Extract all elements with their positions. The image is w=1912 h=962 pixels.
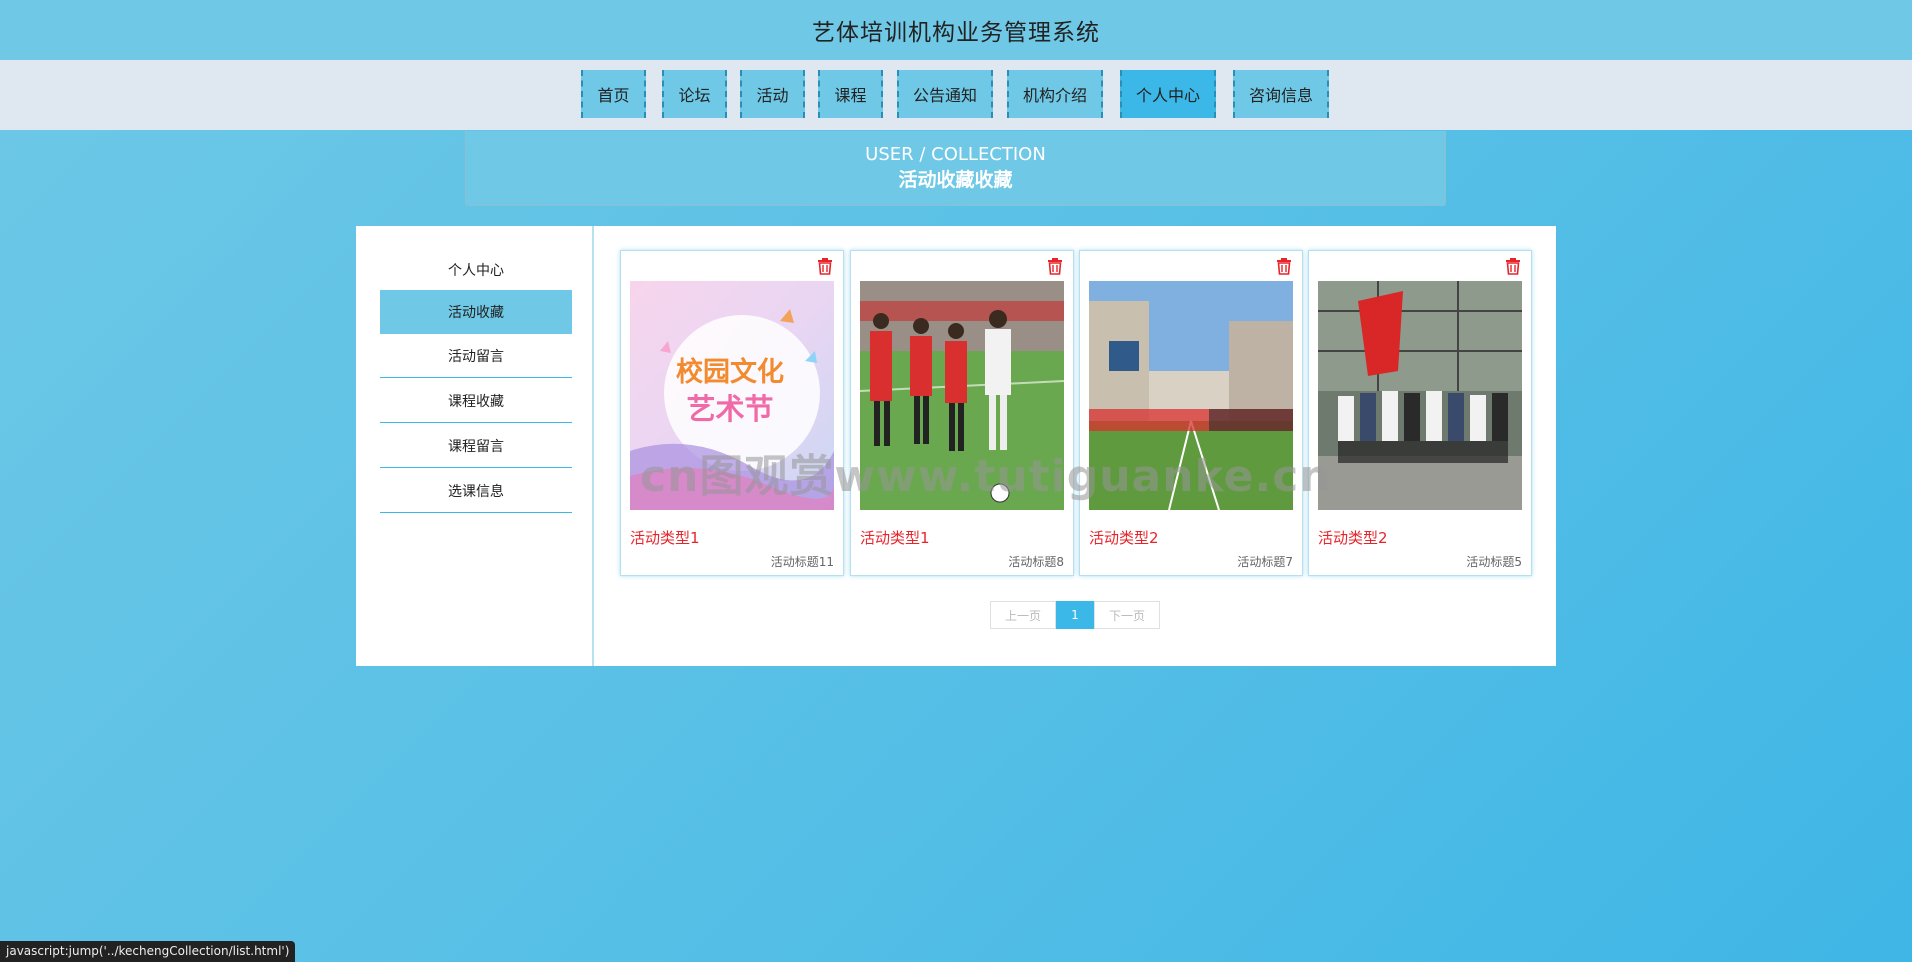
pagination: 上一页 1 下一页 [990,601,1160,629]
trash-icon[interactable] [816,257,834,275]
trash-icon[interactable] [1275,257,1293,275]
card-image[interactable] [860,281,1064,510]
sidebar-item-course-selection[interactable]: 选课信息 [380,469,572,513]
prev-page-button[interactable]: 上一页 [990,601,1056,629]
card-activity-type: 活动类型1 [860,529,930,547]
browser-status-bar: javascript:jump('../kechengCollection/li… [0,941,296,962]
main-panel: 个人中心 活动收藏 活动留言 课程收藏 课程留言 选课信息 校园文化 艺术节 活… [356,226,1556,666]
nav-item-about[interactable]: 机构介绍 [1007,70,1103,118]
card-activity-title: 活动标题8 [1008,555,1064,569]
trash-icon[interactable] [1504,257,1522,275]
nav-item-home[interactable]: 首页 [581,70,646,118]
next-page-button[interactable]: 下一页 [1094,601,1160,629]
nav-item-forum[interactable]: 论坛 [662,70,727,118]
collection-card[interactable]: 校园文化 艺术节 活动类型1 活动标题11 [620,250,844,576]
collection-card[interactable]: 活动类型1 活动标题8 [850,250,1074,576]
collection-card[interactable]: 活动类型2 活动标题5 [1308,250,1532,576]
card-activity-type: 活动类型1 [630,529,700,547]
banner-chinese-title: 活动收藏收藏 [898,169,1013,191]
app-header: 艺体培训机构业务管理系统 [0,0,1912,60]
card-activity-title: 活动标题5 [1466,555,1522,569]
sidebar-item-activity-collection[interactable]: 活动收藏 [380,290,572,334]
nav-item-notice[interactable]: 公告通知 [897,70,993,118]
page-number-current[interactable]: 1 [1056,601,1094,629]
card-activity-type: 活动类型2 [1318,529,1388,547]
banner-english-title: USER / COLLECTION [865,144,1046,165]
image-text-2: 艺术节 [686,392,773,426]
sidebar-item-activity-message[interactable]: 活动留言 [380,334,572,378]
card-activity-title: 活动标题7 [1237,555,1293,569]
card-image[interactable] [1318,281,1522,510]
card-activity-title: 活动标题11 [770,555,834,569]
page-banner: USER / COLLECTION 活动收藏收藏 [465,131,1446,206]
card-image[interactable]: 校园文化 艺术节 [630,281,834,510]
sidebar-item-user-center[interactable]: 个人中心 [380,248,572,292]
user-sidebar: 个人中心 活动收藏 活动留言 课程收藏 课程留言 选课信息 [356,226,594,666]
nav-item-consult[interactable]: 咨询信息 [1233,70,1329,118]
nav-item-user-center[interactable]: 个人中心 [1120,70,1216,118]
card-activity-type: 活动类型2 [1089,529,1159,547]
nav-item-course[interactable]: 课程 [818,70,883,118]
trash-icon[interactable] [1046,257,1064,275]
sidebar-item-course-collection[interactable]: 课程收藏 [380,379,572,423]
image-text-1: 校园文化 [676,356,784,388]
sidebar-item-course-message[interactable]: 课程留言 [380,424,572,468]
app-title: 艺体培训机构业务管理系统 [812,20,1100,46]
nav-item-activity[interactable]: 活动 [740,70,805,118]
card-image[interactable] [1089,281,1293,510]
main-nav: 首页 论坛 活动 课程 公告通知 机构介绍 个人中心 咨询信息 [0,60,1912,130]
collection-card[interactable]: 活动类型2 活动标题7 [1079,250,1303,576]
